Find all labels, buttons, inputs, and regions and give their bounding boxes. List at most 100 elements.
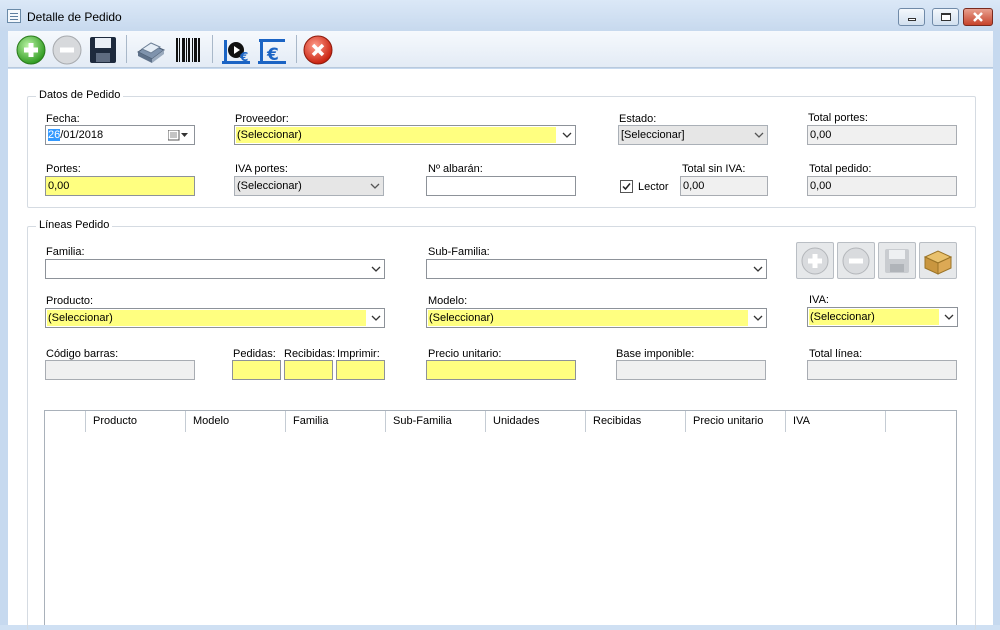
total-sin-iva-field: 0,00 xyxy=(680,176,768,196)
chevron-down-icon xyxy=(753,266,763,272)
window-title: Detalle de Pedido xyxy=(27,10,122,24)
precio-unitario-label: Precio unitario: xyxy=(428,348,502,360)
grid-header-modelo[interactable]: Modelo xyxy=(186,411,286,432)
minimize-button[interactable] xyxy=(898,8,925,26)
albaran-input[interactable] xyxy=(426,176,576,196)
content-area: Datos de Pedido Fecha: 26/01/2018 Provee… xyxy=(8,69,993,630)
euro-play-button[interactable]: € xyxy=(220,34,252,66)
close-x-icon xyxy=(973,12,983,22)
printer-icon xyxy=(137,42,165,63)
add-button[interactable] xyxy=(15,34,47,66)
grid-header-familia[interactable]: Familia xyxy=(286,411,386,432)
grid-header-rowselector[interactable] xyxy=(45,411,86,432)
producto-value: (Seleccionar) xyxy=(47,310,366,326)
recibidas-input[interactable] xyxy=(284,360,333,380)
chevron-down-icon xyxy=(944,314,954,320)
box-icon xyxy=(923,250,953,275)
fecha-label: Fecha: xyxy=(46,113,80,125)
total-linea-label: Total línea: xyxy=(809,348,863,360)
order-lines-title: Líneas Pedido xyxy=(36,219,113,231)
check-icon xyxy=(622,183,631,191)
codigo-barras-field xyxy=(45,360,195,380)
order-data-title: Datos de Pedido xyxy=(36,89,124,101)
base-imponible-label: Base imponible: xyxy=(616,348,695,360)
iva-portes-combo[interactable]: (Seleccionar) xyxy=(234,176,384,196)
toolbar-separator xyxy=(212,35,213,63)
proveedor-combo[interactable]: (Seleccionar) xyxy=(234,125,576,145)
toolbar-separator xyxy=(296,35,297,63)
chevron-down-icon xyxy=(562,132,572,138)
floppy-disk-icon xyxy=(885,249,909,273)
toolbar-separator xyxy=(126,35,127,63)
iva-combo[interactable]: (Seleccionar) xyxy=(807,307,958,327)
order-lines-grid[interactable]: Producto Modelo Familia Sub-Familia Unid… xyxy=(44,410,957,625)
close-button[interactable] xyxy=(302,34,334,66)
plus-circle-icon xyxy=(801,247,829,275)
familia-combo[interactable] xyxy=(45,259,385,279)
barcode-icon xyxy=(176,38,200,62)
iva-portes-label: IVA portes: xyxy=(235,163,288,175)
pedidas-input[interactable] xyxy=(232,360,281,380)
imprimir-input[interactable] xyxy=(336,360,385,380)
chevron-down-icon xyxy=(371,315,381,321)
total-linea-field xyxy=(807,360,957,380)
title-bar[interactable]: Detalle de Pedido xyxy=(0,0,1000,31)
grid-header-precio-unitario[interactable]: Precio unitario xyxy=(686,411,786,432)
estado-label: Estado: xyxy=(619,113,657,125)
recibidas-label: Recibidas: xyxy=(284,348,336,360)
total-pedido-label: Total pedido: xyxy=(809,163,872,175)
save-line-button[interactable] xyxy=(878,242,916,279)
chevron-down-icon xyxy=(371,266,381,272)
euro-report-icon: € xyxy=(258,39,286,65)
euro-report-button[interactable]: € xyxy=(256,34,288,66)
modelo-combo[interactable]: (Seleccionar) xyxy=(426,308,767,328)
modelo-label: Modelo: xyxy=(428,295,468,307)
chevron-down-icon xyxy=(370,183,380,189)
close-circle-icon xyxy=(303,35,333,65)
producto-label: Producto: xyxy=(46,295,94,307)
fecha-rest: /01/2018 xyxy=(60,129,104,141)
producto-combo[interactable]: (Seleccionar) xyxy=(45,308,385,328)
albaran-label: Nº albarán: xyxy=(428,163,483,175)
close-window-button[interactable] xyxy=(963,8,993,26)
familia-label: Familia: xyxy=(46,246,85,258)
add-line-button[interactable] xyxy=(796,242,834,279)
iva-value: (Seleccionar) xyxy=(809,309,939,325)
print-button[interactable] xyxy=(134,34,166,66)
svg-text:€: € xyxy=(239,50,248,64)
barcode-button[interactable] xyxy=(172,34,204,66)
subfamilia-combo[interactable] xyxy=(426,259,767,279)
portes-label: Portes: xyxy=(46,163,81,175)
lector-label: Lector xyxy=(638,181,669,193)
grid-header-iva[interactable]: IVA xyxy=(786,411,886,432)
estado-value: [Seleccionar] xyxy=(621,129,685,141)
grid-header-subfamilia[interactable]: Sub-Familia xyxy=(386,411,486,432)
modelo-value: (Seleccionar) xyxy=(428,310,748,326)
maximize-button[interactable] xyxy=(932,8,959,26)
subfamilia-label: Sub-Familia: xyxy=(428,246,490,258)
euro-play-icon: € xyxy=(222,40,250,64)
grid-header-unidades[interactable]: Unidades xyxy=(486,411,586,432)
estado-combo[interactable]: [Seleccionar] xyxy=(618,125,768,145)
subfamilia-value xyxy=(428,261,748,277)
base-imponible-field xyxy=(616,360,766,380)
plus-circle-icon xyxy=(16,35,46,65)
fecha-date-picker[interactable]: 26/01/2018 xyxy=(45,125,195,145)
precio-unitario-input[interactable] xyxy=(426,360,576,380)
portes-input[interactable]: 0,00 xyxy=(45,176,195,196)
grid-header-recibidas[interactable]: Recibidas xyxy=(586,411,686,432)
floppy-disk-icon xyxy=(90,37,116,63)
proveedor-value: (Seleccionar) xyxy=(236,127,556,143)
pedidas-label: Pedidas: xyxy=(233,348,276,360)
window-icon xyxy=(7,9,21,23)
grid-header-producto[interactable]: Producto xyxy=(86,411,186,432)
minimize-icon xyxy=(908,18,916,21)
remove-line-button[interactable] xyxy=(837,242,875,279)
proveedor-label: Proveedor: xyxy=(235,113,289,125)
svg-text:€: € xyxy=(266,45,279,65)
lector-checkbox[interactable] xyxy=(620,180,633,193)
save-button[interactable] xyxy=(87,34,119,66)
remove-button[interactable] xyxy=(51,34,83,66)
total-portes-field: 0,00 xyxy=(807,125,957,145)
open-box-button[interactable] xyxy=(919,242,957,279)
